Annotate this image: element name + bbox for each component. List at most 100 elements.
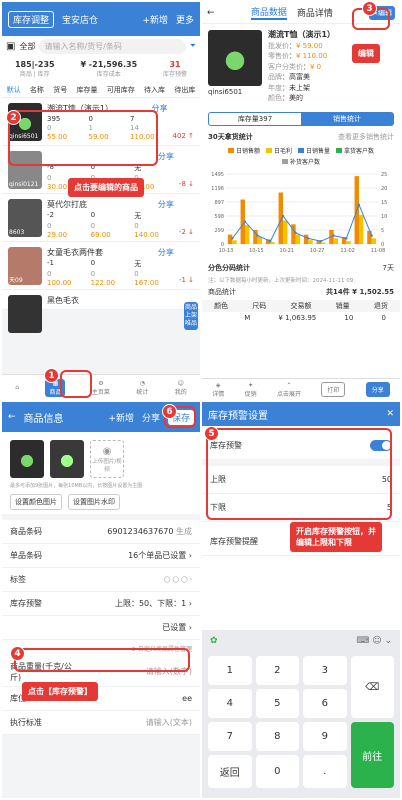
x-tick-label: 10-13 xyxy=(219,248,234,254)
category-select[interactable]: 全部 xyxy=(19,41,35,52)
sort-default[interactable]: 默认 xyxy=(7,85,21,95)
product-stats-label: 商品统计 xyxy=(208,287,236,296)
key[interactable]: 2 xyxy=(255,656,299,685)
share-link[interactable]: 分享 xyxy=(158,199,174,210)
td-size: M xyxy=(244,313,251,322)
key[interactable]: ⌫ xyxy=(350,656,394,718)
legend-item[interactable]: 日销售额 xyxy=(227,146,260,155)
info-key: 年度 xyxy=(268,83,282,92)
th-qty: 销量 xyxy=(335,301,350,310)
sort-name[interactable]: 名称 xyxy=(30,85,44,95)
chart-more-link[interactable]: 查看更多销售统计 xyxy=(338,132,394,142)
info-new-button[interactable]: +新增 xyxy=(108,411,134,424)
key[interactable]: 5 xyxy=(255,689,299,718)
key[interactable]: 9 xyxy=(303,722,347,751)
info-row: 颜色：美的 xyxy=(268,94,303,102)
key[interactable]: 1 xyxy=(208,656,252,685)
y2-tick-label: 25 xyxy=(381,172,387,178)
x-tick-label: 11-08 xyxy=(371,248,386,254)
callout-edit: 编辑 xyxy=(352,44,380,63)
tab-me[interactable]: ☺ 我的 xyxy=(175,380,187,396)
product-card[interactable]: 黑色毛衣 xyxy=(2,290,200,333)
inventory-title-dropdown[interactable]: 库存调整 xyxy=(8,10,55,28)
chevron-right-icon: › xyxy=(188,599,192,608)
key[interactable]: 6 xyxy=(303,689,347,718)
sort-code[interactable]: 货号 xyxy=(53,85,67,95)
form-row[interactable]: 商品条码 6901234637670 生成 xyxy=(2,520,200,544)
product-detail-panel: ← 商品数据 商品详情 ✎编辑 qinsi6501 潮流T恤（演示1） 批发价：… xyxy=(202,2,400,400)
sizes-range-select[interactable]: 7天 xyxy=(383,263,394,273)
new-button[interactable]: +新增 xyxy=(142,13,168,26)
key[interactable]: 0 xyxy=(255,755,299,788)
upload-button[interactable]: ◉ 上传图片/视频 xyxy=(90,440,124,478)
product-photo-2[interactable] xyxy=(50,440,84,478)
form-row[interactable]: 库存预警 上限：50、下限：1 › xyxy=(2,592,200,616)
info-value: ¥ 59.00 xyxy=(296,41,323,50)
scan-icon[interactable]: ▣ xyxy=(6,41,15,52)
tab-home[interactable]: ⌂ xyxy=(15,384,19,391)
product-code: 8603 xyxy=(9,229,25,236)
key[interactable]: 返回 xyxy=(208,755,252,788)
sort-stock[interactable]: 库存量 xyxy=(76,85,97,95)
exec-input[interactable]: 请输入(文本) xyxy=(146,717,192,728)
close-icon[interactable]: ✕ xyxy=(386,409,394,419)
sales-tab[interactable]: 销售统计 xyxy=(301,112,393,125)
share-link[interactable]: 分享 xyxy=(158,151,174,162)
stats-row: 185|-235 商品 | 库存 ¥ -21,596.35 库存成本 31 库存预警 xyxy=(2,56,200,82)
search-input[interactable]: 请输入名称/货号/条码 xyxy=(39,38,186,54)
print-button[interactable]: 打印 xyxy=(321,382,346,397)
product-photo-1[interactable] xyxy=(10,440,44,478)
key[interactable]: 4 xyxy=(208,689,252,718)
back-arrow-icon[interactable]: ← xyxy=(207,8,215,18)
stock-sub-value: 0 xyxy=(47,222,52,230)
set-watermark-button[interactable]: 设置图片水印 xyxy=(68,494,120,510)
tab-product-data[interactable]: 商品数据 xyxy=(250,5,287,20)
tab-stats[interactable]: ◔ 统计 xyxy=(136,380,148,396)
side-float-button[interactable]: 商品 上架 唯品 xyxy=(184,302,198,330)
key[interactable]: 前往 xyxy=(350,722,394,788)
bar-profit xyxy=(270,241,275,244)
legend-item[interactable]: 日毛利 xyxy=(265,146,292,155)
key[interactable]: 7 xyxy=(208,722,252,751)
product-card[interactable]: 8603 莫代尔打底 分享 -2 0 无 0 0 0 29.00 69.00 140.00 -2 ↓ xyxy=(2,194,200,242)
share-button[interactable]: 分享 xyxy=(365,382,390,397)
filter-icon[interactable]: ⏷ xyxy=(190,41,196,51)
set-color-image-button[interactable]: 设置颜色图片 xyxy=(10,494,62,510)
store-dropdown[interactable]: 宝安店仓 xyxy=(62,13,98,26)
back-arrow-icon[interactable]: ← xyxy=(8,412,16,422)
generate-button[interactable]: 生成 xyxy=(176,527,192,536)
keyboard-toolbar[interactable]: ⌨ ☺ ⌄ xyxy=(356,636,392,646)
stat-warning[interactable]: 31 xyxy=(163,60,187,69)
form-row[interactable]: 已设置 › xyxy=(2,616,200,640)
stock-tab[interactable]: 库存量397 xyxy=(209,114,301,124)
form-label: 标签 xyxy=(10,575,26,584)
detail-tab-expand[interactable]: ⌃ 点击展开 xyxy=(277,382,301,398)
sort-outgoing[interactable]: 待出库 xyxy=(174,85,195,95)
stock-value: 无 xyxy=(134,260,142,268)
tag-chips[interactable]: ◯ ◯ ◯ › xyxy=(164,576,192,583)
key[interactable]: . xyxy=(303,755,347,788)
legend-item[interactable]: 日销售量 xyxy=(298,146,330,155)
sort-available[interactable]: 可用库存 xyxy=(107,85,135,95)
form-row[interactable]: 单品条码 16个单品已设置 › xyxy=(2,544,200,568)
stock-value: 无 xyxy=(134,212,142,220)
info-form: 商品条码 6901234637670 生成 单品条码 16个单品已设置 › 标签 ◯ ◯ … xyxy=(2,520,200,640)
detail-tab-promo[interactable]: ✦ 促销 xyxy=(245,382,257,398)
legend-item[interactable]: 补货客户数 xyxy=(281,157,320,166)
legend-item[interactable]: 拿货客户数 xyxy=(336,146,374,155)
detail-tab-info[interactable]: ◈ 详情 xyxy=(212,382,224,398)
tab-main[interactable]: ⚙ 主页菜 xyxy=(92,380,110,396)
location-input[interactable]: ee xyxy=(182,694,192,703)
sort-incoming[interactable]: 待入库 xyxy=(144,85,165,95)
info-row: 品牌：高富美 xyxy=(268,73,310,81)
form-row[interactable]: 标签 ◯ ◯ ◯ › xyxy=(2,568,200,592)
product-card[interactable]: 天09 女童毛衣两件套 分享 -1 0 无 0 0 0 100.00 122.00 167.00 -1 … xyxy=(2,242,200,290)
key[interactable]: 8 xyxy=(255,722,299,751)
point-qty xyxy=(357,203,361,206)
tab-product-detail[interactable]: 商品详情 xyxy=(297,6,333,19)
info-share-button[interactable]: 分享 xyxy=(142,411,160,424)
key[interactable]: 3 xyxy=(303,656,347,685)
share-link[interactable]: 分享 xyxy=(158,247,174,258)
stat-count: 185|-235 xyxy=(14,60,55,69)
more-button[interactable]: 更多 xyxy=(176,13,194,26)
